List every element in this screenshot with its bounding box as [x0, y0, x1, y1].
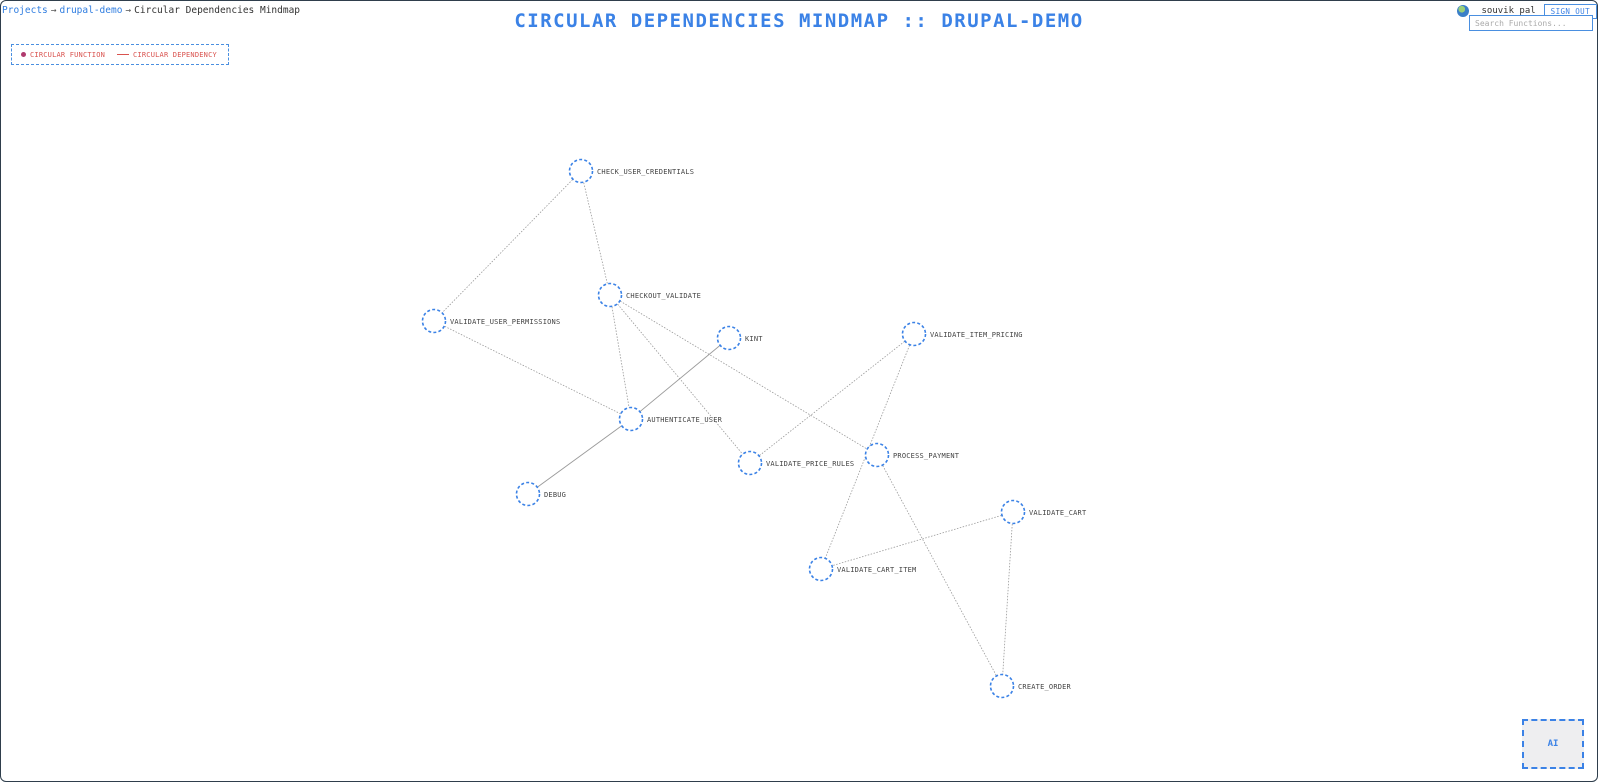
node-validate_cart_item[interactable]: VALIDATE_CART_ITEM [808, 556, 917, 582]
node-create_order[interactable]: CREATE_ORDER [989, 673, 1072, 699]
node-label: VALIDATE_ITEM_PRICING [930, 331, 1023, 339]
node-circle[interactable] [901, 321, 927, 347]
edge-validate_cart-validate_cart_item [820, 511, 1014, 570]
node-validate_cart[interactable]: VALIDATE_CART [1000, 499, 1087, 525]
edge-check_user_credentials-checkout_validate [580, 170, 611, 296]
node-validate_price_rules[interactable]: VALIDATE_PRICE_RULES [737, 450, 855, 476]
node-process_payment[interactable]: PROCESS_PAYMENT [864, 442, 960, 468]
mindmap-graph[interactable]: CHECK_USER_CREDENTIALS CHECKOUT_VALIDATE V… [1, 1, 1598, 782]
node-label: CHECK_USER_CREDENTIALS [597, 168, 694, 176]
node-label: AUTHENTICATE_USER [647, 416, 723, 424]
node-circle[interactable] [864, 442, 890, 468]
node-validate_user_permissions[interactable]: VALIDATE_USER_PERMISSIONS [421, 308, 561, 334]
node-circle[interactable] [597, 282, 623, 308]
ai-button[interactable]: AI [1522, 719, 1584, 769]
node-circle[interactable] [1000, 499, 1026, 525]
node-label: VALIDATE_USER_PERMISSIONS [450, 318, 560, 326]
edge-check_user_credentials-validate_user_permissions [433, 170, 582, 322]
node-label: VALIDATE_CART_ITEM [837, 566, 916, 574]
edge-validate_cart-create_order [1001, 511, 1014, 687]
edge-checkout_validate-process_payment [609, 294, 878, 456]
edge-kint-authenticate_user [630, 337, 730, 420]
node-validate_item_pricing[interactable]: VALIDATE_ITEM_PRICING [901, 321, 1023, 347]
node-circle[interactable] [618, 406, 644, 432]
edges-layer [433, 170, 1014, 687]
node-label: CREATE_ORDER [1018, 683, 1072, 691]
app-window: Projects → drupal-demo → Circular Dependenci… [0, 0, 1598, 782]
node-label: CHECKOUT_VALIDATE [626, 292, 701, 300]
node-circle[interactable] [808, 556, 834, 582]
node-check_user_credentials[interactable]: CHECK_USER_CREDENTIALS [568, 158, 695, 184]
node-label: PROCESS_PAYMENT [893, 452, 960, 460]
edge-validate_item_pricing-validate_price_rules [749, 333, 915, 464]
node-kint[interactable]: KINT [716, 325, 764, 351]
node-label: VALIDATE_CART [1029, 509, 1087, 517]
node-authenticate_user[interactable]: AUTHENTICATE_USER [618, 406, 723, 432]
node-label: KINT [745, 335, 763, 343]
node-circle[interactable] [989, 673, 1015, 699]
node-label: DEBUG [544, 491, 566, 499]
node-circle[interactable] [737, 450, 763, 476]
node-circle[interactable] [515, 481, 541, 507]
edge-checkout_validate-authenticate_user [609, 294, 632, 420]
edge-authenticate_user-debug [527, 418, 632, 495]
node-circle[interactable] [716, 325, 742, 351]
node-debug[interactable]: DEBUG [515, 481, 567, 507]
node-circle[interactable] [421, 308, 447, 334]
node-label: VALIDATE_PRICE_RULES [766, 460, 854, 468]
node-circle[interactable] [568, 158, 594, 184]
edge-validate_user_permissions-authenticate_user [433, 320, 632, 420]
nodes-layer: CHECK_USER_CREDENTIALS CHECKOUT_VALIDATE V… [421, 158, 1087, 699]
node-checkout_validate[interactable]: CHECKOUT_VALIDATE [597, 282, 702, 308]
